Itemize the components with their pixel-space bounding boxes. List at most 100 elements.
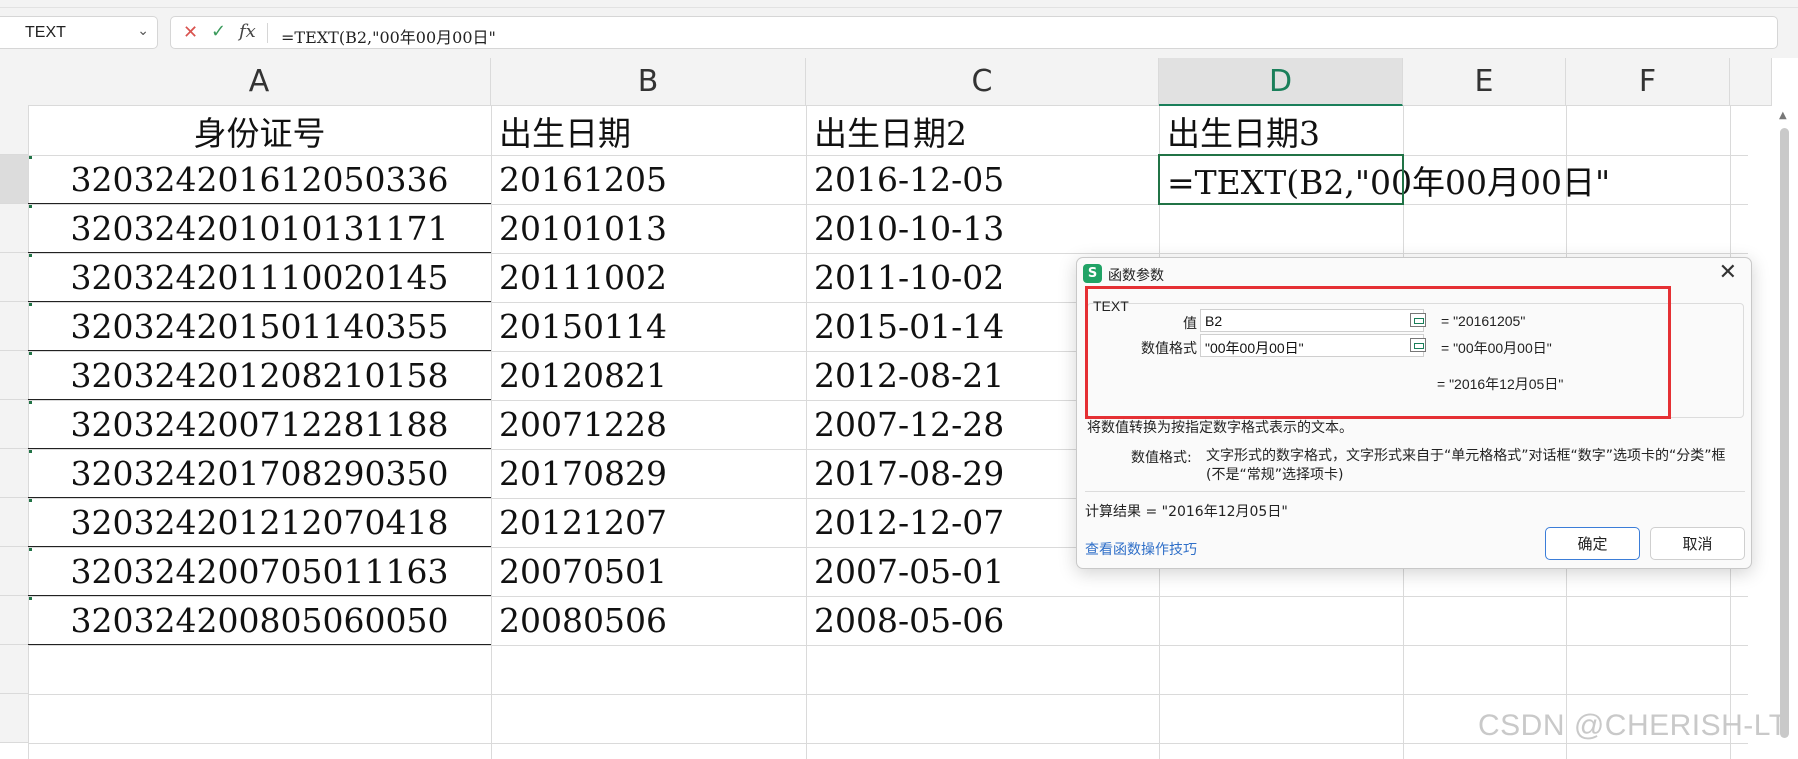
formula-text[interactable]: =TEXT(B2,"00年00月00日" [281,24,496,48]
row-header[interactable] [0,645,28,694]
cell-birth-date2[interactable]: 2008-05-06 [806,596,1004,645]
fx-icon[interactable]: fx [239,21,256,42]
header-cell-birth3[interactable]: 出生日期3 [1159,106,1320,155]
row-header[interactable] [0,204,28,253]
vertical-scrollbar[interactable]: ▲ [1772,106,1798,759]
cell-birth-date[interactable]: 20170829 [491,449,667,498]
dialog-title: 函数参数 [1108,268,1164,284]
column-header-e[interactable]: E [1403,58,1566,106]
cell-birth-date2[interactable]: 2011-10-02 [806,253,1004,302]
cell-id-number[interactable]: 320324201612050336 [28,155,491,204]
cell-birth-date2[interactable]: 2010-10-13 [806,204,1004,253]
row-header[interactable] [0,547,28,596]
error-indicator [29,597,32,600]
error-indicator [29,401,32,404]
cell-birth-date[interactable]: 20101013 [491,204,667,253]
function-description: 将数值转换为按指定数字格式表示的文本。 [1087,420,1353,436]
error-indicator [29,450,32,453]
header-cell-birth[interactable]: 出生日期 [491,106,631,155]
cell-birth-date3[interactable] [1159,596,1167,645]
close-icon[interactable]: ✕ [1719,260,1737,285]
row-header[interactable] [0,449,28,498]
error-indicator [29,254,32,257]
row-header[interactable] [0,596,28,645]
toolbar-edge [0,0,1798,8]
cell-birth-date3[interactable] [1159,204,1167,253]
active-cell-outline [1158,154,1404,205]
header-cell-birth2[interactable]: 出生日期2 [806,106,967,155]
annotation-highlight [1085,286,1671,419]
chevron-down-icon[interactable]: ⌄ [137,23,149,39]
watermark: CSDN @CHERISH-LT [1478,709,1788,742]
cell-border [28,644,491,645]
error-indicator [29,352,32,355]
name-box-value: TEXT [25,24,66,41]
grid-line [28,645,1748,646]
cell-birth-date[interactable]: 20111002 [491,253,667,302]
column-header-b[interactable]: B [491,58,806,106]
row-header[interactable] [0,400,28,449]
row-header[interactable] [0,106,28,155]
calc-result: 计算结果 = "2016年12月05日" [1085,504,1288,520]
cell-id-number[interactable]: 320324201501140355 [28,302,491,351]
cell-birth-date2[interactable]: 2007-05-01 [806,547,1004,596]
check-icon[interactable]: ✓ [211,21,226,42]
cell-birth-date[interactable]: 20150114 [491,302,667,351]
cell-id-number[interactable]: 320324201212070418 [28,498,491,547]
cell-birth-date[interactable]: 20120821 [491,351,667,400]
row-header[interactable] [0,253,28,302]
cell-birth-date2[interactable]: 2017-08-29 [806,449,1004,498]
dialog-divider [1085,491,1745,492]
formula-input[interactable]: ✕ ✓ fx =TEXT(B2,"00年00月00日" [170,16,1778,49]
column-header-filler [1730,58,1772,106]
scrollbar-thumb[interactable] [1780,128,1789,738]
grid-line [28,743,1748,744]
cell-id-number[interactable]: 320324200712281188 [28,400,491,449]
row-header[interactable] [0,694,28,743]
column-header-d[interactable]: D [1159,58,1403,106]
error-indicator [29,499,32,502]
cell-id-number[interactable]: 320324201708290350 [28,449,491,498]
select-all-corner[interactable] [0,58,28,106]
cell-birth-date[interactable]: 20161205 [491,155,667,204]
grid-line [28,694,1748,695]
column-header-c[interactable]: C [806,58,1159,106]
cell-id-number[interactable]: 320324201208210158 [28,351,491,400]
cell-id-number[interactable]: 320324200805060050 [28,596,491,645]
row-header[interactable] [0,155,28,204]
column-header-a[interactable]: A [28,58,491,106]
name-box[interactable]: TEXT ⌄ [0,16,158,49]
arg-help-text: 文字形式的数字格式，文字形式来自于“单元格格式”对话框“数字”选项卡的“分类”框… [1206,448,1726,483]
error-indicator [29,205,32,208]
formula-bar: TEXT ⌄ ✕ ✓ fx =TEXT(B2,"00年00月00日" [0,8,1798,58]
cell-id-number[interactable]: 320324201110020145 [28,253,491,302]
cell-birth-date2[interactable]: 2007-12-28 [806,400,1004,449]
cancel-icon[interactable]: ✕ [183,22,198,43]
app-logo-icon: S [1083,264,1102,283]
cell-birth-date[interactable]: 20070501 [491,547,667,596]
cell-birth-date2[interactable]: 2012-08-21 [806,351,1004,400]
header-cell-id[interactable]: 身份证号 [28,106,491,155]
spreadsheet-window: TEXT ⌄ ✕ ✓ fx =TEXT(B2,"00年00月00日" ABCDE… [0,0,1798,759]
cell-birth-date[interactable]: 20121207 [491,498,667,547]
cell-id-number[interactable]: 320324201010131171 [28,204,491,253]
cell-birth-date2[interactable]: 2015-01-14 [806,302,1004,351]
help-link[interactable]: 查看函数操作技巧 [1085,539,1197,559]
formula-divider [267,23,268,43]
cell-birth-date[interactable]: 20071228 [491,400,667,449]
row-header[interactable] [0,498,28,547]
cell-birth-date[interactable]: 20080506 [491,596,667,645]
cell-id-number[interactable]: 320324200705011163 [28,547,491,596]
error-indicator [29,548,32,551]
cancel-button[interactable]: 取消 [1650,527,1745,560]
cell-birth-date2[interactable]: 2012-12-07 [806,498,1004,547]
error-indicator [29,156,32,159]
arg-help-label: 数值格式: [1131,450,1192,466]
ok-button[interactable]: 确定 [1545,527,1640,560]
cell-birth-date2[interactable]: 2016-12-05 [806,155,1004,204]
row-header[interactable] [0,302,28,351]
row-header[interactable] [0,351,28,400]
column-header-f[interactable]: F [1566,58,1730,106]
error-indicator [29,303,32,306]
scroll-up-icon[interactable]: ▲ [1779,110,1787,121]
